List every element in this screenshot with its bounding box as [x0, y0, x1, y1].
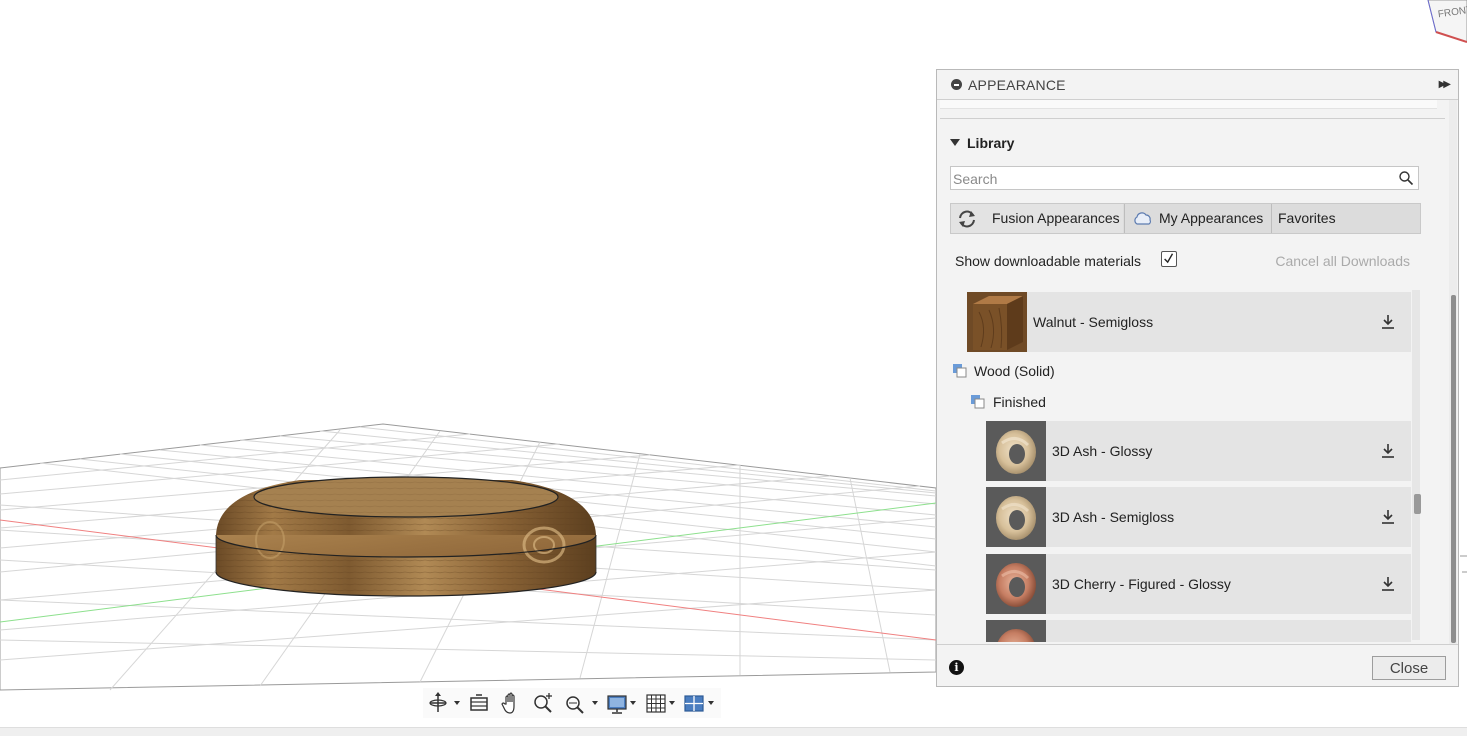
- section-divider: [940, 118, 1445, 119]
- panel-scrollbar-thumb[interactable]: [1451, 295, 1456, 643]
- show-downloadable-label: Show downloadable materials: [955, 253, 1141, 269]
- navigation-toolbar: [423, 688, 721, 718]
- tab-favorites[interactable]: Favorites: [1271, 204, 1420, 233]
- close-button[interactable]: Close: [1372, 656, 1446, 680]
- checkmark-icon: [1164, 253, 1174, 264]
- material-thumbnail: [986, 421, 1046, 481]
- category-folder-icon: [971, 395, 985, 409]
- search-input[interactable]: [953, 169, 1393, 188]
- list-item[interactable]: 3D Ash - Glossy: [986, 421, 1411, 481]
- panel-header: APPEARANCE ▶▶: [937, 70, 1458, 100]
- cloud-icon: [1134, 212, 1151, 225]
- download-icon[interactable]: [1380, 443, 1396, 459]
- tab-label: Favorites: [1278, 210, 1336, 226]
- library-section-title[interactable]: Library: [967, 135, 1014, 151]
- material-thumbnail: [986, 554, 1046, 614]
- tab-my-appearances[interactable]: My Appearances: [1124, 204, 1271, 233]
- list-item[interactable]: 3D Cherry - Figured - Glossy: [986, 554, 1411, 614]
- show-downloadable-checkbox[interactable]: [1161, 251, 1177, 267]
- panel-top-strip: [940, 100, 1437, 109]
- material-name: 3D Cherry - Figured - Glossy: [1052, 576, 1231, 592]
- material-name: 3D Ash - Semigloss: [1052, 509, 1175, 525]
- search-icon[interactable]: [1398, 170, 1414, 186]
- cancel-all-downloads-link[interactable]: Cancel all Downloads: [1275, 253, 1410, 269]
- list-item[interactable]: Walnut - Semigloss: [967, 292, 1411, 352]
- download-icon[interactable]: [1380, 314, 1396, 330]
- tab-label: Fusion Appearances: [992, 210, 1120, 226]
- viewcube[interactable]: FRONT: [1427, 0, 1467, 43]
- display-settings-icon[interactable]: [606, 688, 628, 718]
- category-folder-icon: [953, 364, 967, 378]
- info-icon[interactable]: i: [949, 660, 964, 675]
- zoom-icon[interactable]: [532, 688, 554, 718]
- tab-fusion-appearances[interactable]: Fusion Appearances: [951, 204, 1123, 233]
- pan-icon[interactable]: [500, 688, 522, 718]
- category-wood-solid[interactable]: Wood (Solid): [974, 363, 1055, 379]
- expand-panel-icon[interactable]: ▶▶: [1439, 79, 1452, 90]
- subcategory-finished[interactable]: Finished: [993, 394, 1046, 410]
- material-name: Walnut - Semigloss: [1033, 314, 1154, 330]
- look-at-icon[interactable]: [468, 688, 490, 718]
- download-icon[interactable]: [1380, 576, 1396, 592]
- viewports-dropdown-icon[interactable]: [708, 701, 714, 705]
- list-scrollbar[interactable]: [1412, 290, 1420, 640]
- tab-label: My Appearances: [1159, 210, 1264, 226]
- panel-title: APPEARANCE: [968, 77, 1066, 93]
- sync-icon[interactable]: [956, 208, 978, 230]
- library-tabs: Fusion Appearances My Appearances Favori…: [950, 203, 1421, 234]
- minimize-icon[interactable]: [951, 79, 962, 90]
- viewports-icon[interactable]: [683, 688, 705, 718]
- list-item[interactable]: 3D Ash - Semigloss: [986, 487, 1411, 547]
- material-thumbnail: [986, 620, 1046, 642]
- material-list: Walnut - Semigloss Wood (Solid) Finished: [937, 290, 1417, 642]
- grid-dropdown-icon[interactable]: [669, 701, 675, 705]
- material-thumbnail: [967, 292, 1027, 352]
- orbit-dropdown-icon[interactable]: [454, 701, 460, 705]
- display-dropdown-icon[interactable]: [630, 701, 636, 705]
- material-thumbnail: [986, 487, 1046, 547]
- material-name: 3D Ash - Glossy: [1052, 443, 1153, 459]
- appearance-panel: APPEARANCE ▶▶ Library Fusion Appearances: [936, 69, 1459, 687]
- download-icon[interactable]: [1380, 509, 1396, 525]
- search-box[interactable]: [950, 166, 1419, 190]
- fit-icon[interactable]: [564, 688, 586, 718]
- wood-disc-model[interactable]: [215, 476, 597, 597]
- orbit-icon[interactable]: [426, 688, 450, 718]
- collapse-triangle-icon[interactable]: [950, 139, 960, 146]
- zoom-dropdown-icon[interactable]: [592, 701, 598, 705]
- list-scrollbar-thumb[interactable]: [1414, 494, 1421, 514]
- panel-footer: i Close: [937, 644, 1458, 688]
- list-item[interactable]: [986, 620, 1411, 642]
- grid-settings-icon[interactable]: [645, 688, 667, 718]
